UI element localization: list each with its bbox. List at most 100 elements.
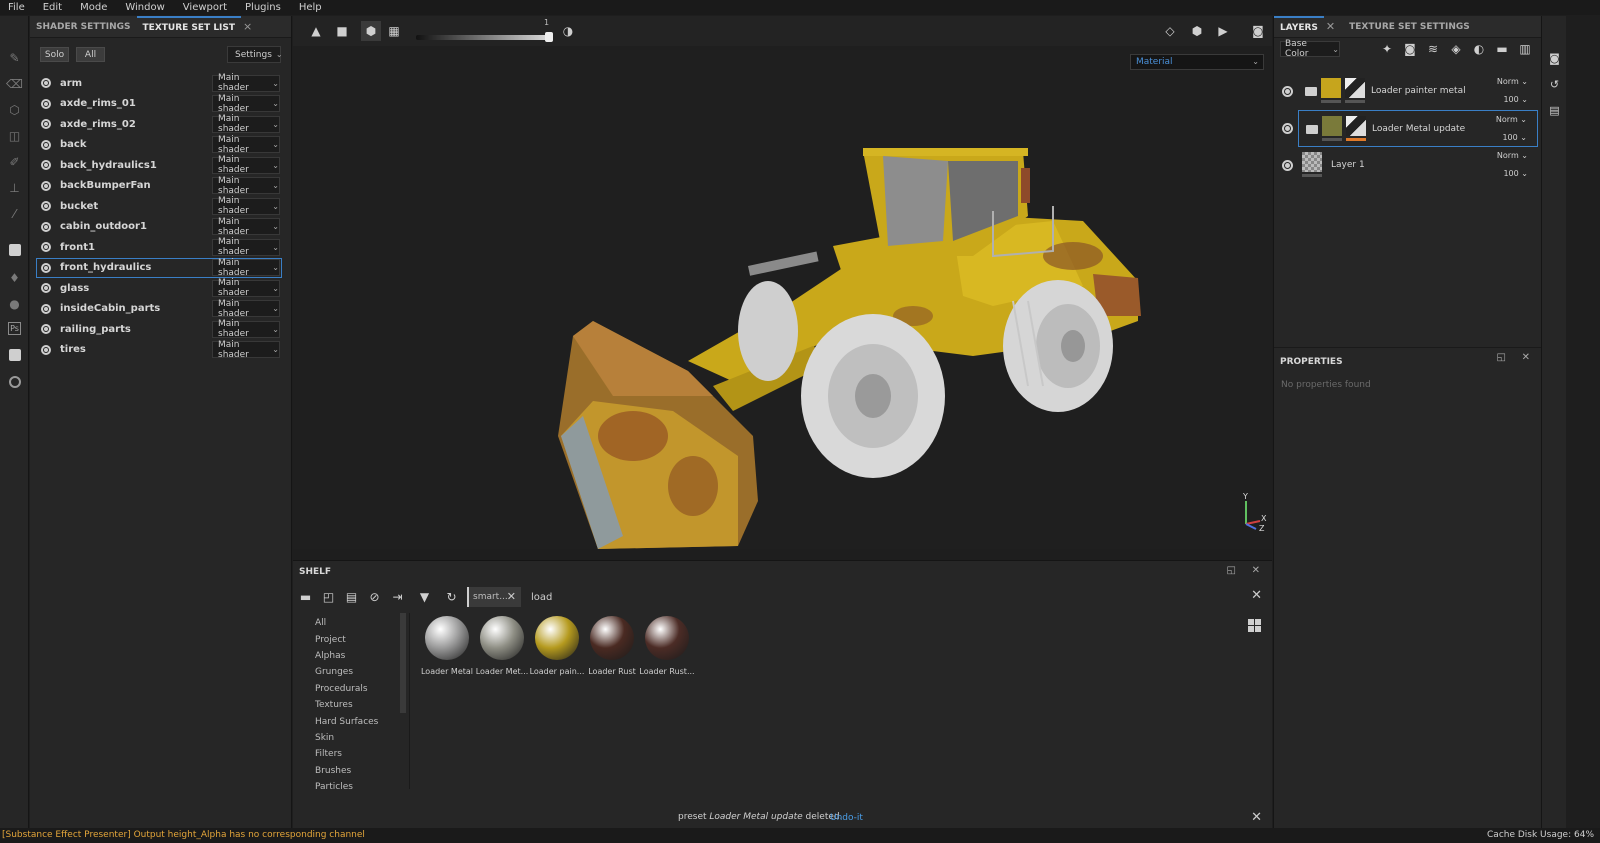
visibility-eye-icon[interactable] bbox=[1282, 160, 1293, 171]
close-icon[interactable]: ✕ bbox=[507, 590, 516, 603]
save-icon[interactable]: ▤ bbox=[344, 589, 359, 604]
log-icon[interactable]: ▤ bbox=[1548, 104, 1561, 117]
categories-scrollbar[interactable] bbox=[400, 613, 406, 713]
bake-icon[interactable] bbox=[9, 244, 21, 256]
shader-select[interactable]: Main shader ⌄ bbox=[212, 135, 280, 155]
add-effect-icon[interactable]: ✦ bbox=[1380, 42, 1394, 56]
grid-view-icon[interactable] bbox=[1248, 619, 1261, 632]
screenshot-icon[interactable]: ◙ bbox=[1548, 52, 1561, 65]
visibility-radio[interactable] bbox=[41, 283, 51, 294]
texture-set-row[interactable]: tires Main shader ⌄ bbox=[36, 340, 282, 361]
blend-mode-select[interactable]: Norm ⌄ bbox=[1496, 115, 1527, 124]
delete-icon[interactable]: ▥ bbox=[1518, 42, 1532, 56]
geometry-fill-icon[interactable]: ◫ bbox=[7, 128, 22, 143]
visibility-radio[interactable] bbox=[41, 139, 51, 150]
visibility-radio[interactable] bbox=[41, 324, 51, 335]
shader-select[interactable]: Main shader ⌄ bbox=[212, 258, 280, 278]
visibility-eye-icon[interactable] bbox=[1282, 86, 1293, 97]
visibility-radio[interactable] bbox=[41, 160, 51, 171]
close-icon[interactable]: ✕ bbox=[1251, 810, 1262, 825]
texture-set-row[interactable]: axde_rims_01 Main shader ⌄ bbox=[36, 94, 282, 115]
shader-select[interactable]: Main shader ⌄ bbox=[212, 340, 280, 360]
undock-icon[interactable]: ◱ bbox=[1497, 352, 1506, 363]
texture-set-row[interactable]: back_hydraulics1 Main shader ⌄ bbox=[36, 155, 282, 176]
texture-set-row[interactable]: glass Main shader ⌄ bbox=[36, 278, 282, 299]
display-settings-icon[interactable]: ● bbox=[7, 296, 22, 311]
texture-set-row[interactable]: arm Main shader ⌄ bbox=[36, 73, 282, 94]
shelf-category[interactable]: Grunges bbox=[315, 664, 408, 680]
menu-edit[interactable]: Edit bbox=[35, 2, 72, 13]
shader-select[interactable]: Main shader ⌄ bbox=[212, 278, 280, 298]
refresh-icon[interactable]: ↻ bbox=[444, 589, 459, 604]
shelf-category[interactable]: Project bbox=[315, 631, 408, 647]
texture-set-row[interactable]: axde_rims_02 Main shader ⌄ bbox=[36, 114, 282, 135]
close-icon[interactable]: ✕ bbox=[1326, 20, 1335, 33]
undock-icon[interactable]: ◱ bbox=[1227, 565, 1236, 576]
layer-row[interactable]: Loader painter metal Norm ⌄ 100 ⌄ bbox=[1274, 73, 1542, 110]
shelf-category[interactable]: Hard Surfaces bbox=[315, 713, 408, 729]
add-mask-icon[interactable]: ◙ bbox=[1403, 42, 1417, 56]
shader-select[interactable]: Main shader ⌄ bbox=[212, 217, 280, 237]
hide-icon[interactable]: ⊘ bbox=[367, 589, 382, 604]
wheel-loader-model[interactable] bbox=[293, 16, 1272, 549]
settings-dropdown[interactable]: Settings ⌄ bbox=[227, 46, 283, 63]
menu-window[interactable]: Window bbox=[117, 2, 174, 13]
texture-set-row[interactable]: bucket Main shader ⌄ bbox=[36, 196, 282, 217]
texture-set-row[interactable]: front1 Main shader ⌄ bbox=[36, 237, 282, 258]
shelf-category[interactable]: Textures bbox=[315, 697, 408, 713]
texture-set-row[interactable]: insideCabin_parts Main shader ⌄ bbox=[36, 299, 282, 320]
tab-layers[interactable]: LAYERS bbox=[1274, 15, 1324, 38]
visibility-radio[interactable] bbox=[41, 78, 51, 89]
opacity-field[interactable]: 100 ⌄ bbox=[1503, 169, 1528, 178]
color-picker-icon[interactable]: ⁄ bbox=[7, 206, 22, 221]
bell-icon[interactable]: ♦ bbox=[7, 270, 22, 285]
visibility-radio[interactable] bbox=[41, 262, 51, 273]
filter-tag[interactable]: smart... ✕ bbox=[467, 587, 521, 607]
shader-select[interactable]: Main shader ⌄ bbox=[212, 196, 280, 216]
new-resource-icon[interactable]: ◰ bbox=[321, 589, 336, 604]
visibility-radio[interactable] bbox=[41, 98, 51, 109]
shelf-category[interactable]: Skin bbox=[315, 730, 408, 746]
menu-help[interactable]: Help bbox=[291, 2, 332, 13]
tab-texture-set-settings[interactable]: TEXTURE SET SETTINGS bbox=[1343, 16, 1476, 38]
all-button[interactable]: All bbox=[76, 47, 105, 62]
add-folder-icon[interactable]: ▬ bbox=[1495, 42, 1509, 56]
history-icon[interactable]: ↺ bbox=[1548, 78, 1561, 91]
menu-file[interactable]: File bbox=[0, 2, 35, 13]
smart-material-item[interactable]: Loader Rust bbox=[584, 616, 640, 676]
texture-set-row[interactable]: railing_parts Main shader ⌄ bbox=[36, 319, 282, 340]
tab-texture-set-list[interactable]: TEXTURE SET LIST bbox=[136, 15, 242, 38]
shelf-search-input[interactable]: load bbox=[526, 587, 1261, 607]
close-icon[interactable]: ✕ bbox=[1252, 565, 1260, 576]
visibility-radio[interactable] bbox=[41, 303, 51, 314]
visibility-radio[interactable] bbox=[41, 180, 51, 191]
undo-link[interactable]: Undo-it bbox=[830, 813, 863, 823]
shader-select[interactable]: Main shader ⌄ bbox=[212, 176, 280, 196]
opacity-field[interactable]: 100 ⌄ bbox=[1502, 133, 1527, 142]
visibility-radio[interactable] bbox=[41, 119, 51, 130]
add-paint-layer-icon[interactable]: ◐ bbox=[1472, 42, 1486, 56]
shelf-category[interactable]: Alphas bbox=[315, 648, 408, 664]
visibility-radio[interactable] bbox=[41, 344, 51, 355]
texture-set-row[interactable]: cabin_outdoor1 Main shader ⌄ bbox=[36, 217, 282, 238]
shader-select[interactable]: Main shader ⌄ bbox=[212, 114, 280, 134]
visibility-radio[interactable] bbox=[41, 201, 51, 212]
shelf-category[interactable]: Filters bbox=[315, 746, 408, 762]
smudge-icon[interactable]: ✐ bbox=[7, 154, 22, 169]
shelf-category[interactable]: All bbox=[315, 615, 408, 631]
shader-select[interactable]: Main shader ⌄ bbox=[212, 94, 280, 114]
close-icon[interactable]: × bbox=[243, 20, 252, 33]
folder-icon[interactable]: ▬ bbox=[298, 589, 313, 604]
solo-button[interactable]: Solo bbox=[40, 47, 69, 62]
visibility-eye-icon[interactable] bbox=[1282, 123, 1293, 134]
shelf-category[interactable]: Particles bbox=[315, 779, 408, 795]
visibility-radio[interactable] bbox=[41, 221, 51, 232]
layer-row[interactable]: Layer 1 Norm ⌄ 100 ⌄ bbox=[1274, 147, 1542, 184]
layer-row[interactable]: Loader Metal update Norm ⌄ 100 ⌄ bbox=[1274, 110, 1542, 147]
clone-stamp-icon[interactable]: ⊥ bbox=[7, 180, 22, 195]
opacity-field[interactable]: 100 ⌄ bbox=[1503, 95, 1528, 104]
visibility-radio[interactable] bbox=[41, 242, 51, 253]
export-textures-icon[interactable] bbox=[9, 349, 21, 361]
paint-brush-icon[interactable]: ✎ bbox=[7, 50, 22, 65]
shader-select[interactable]: Main shader ⌄ bbox=[212, 155, 280, 175]
